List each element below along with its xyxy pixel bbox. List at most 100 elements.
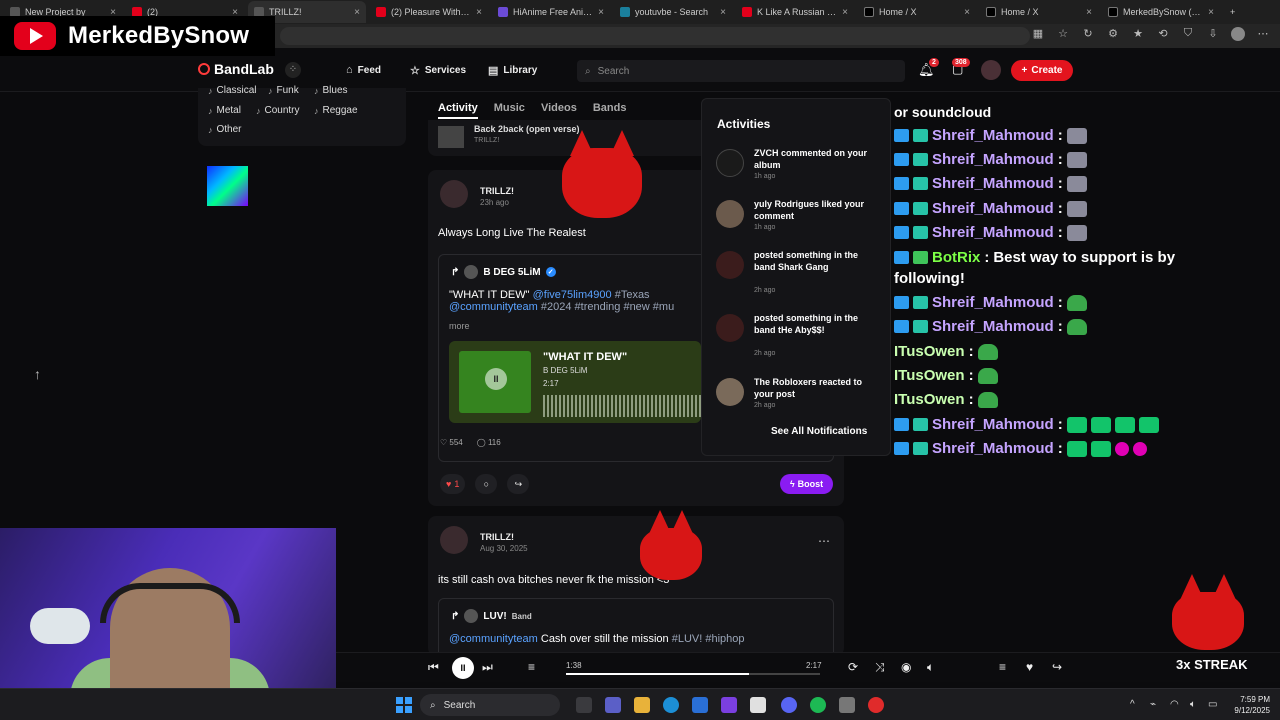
comment-button[interactable]: ○: [475, 474, 498, 494]
author-avatar[interactable]: [440, 526, 468, 554]
genre-classical[interactable]: ♪ Classical: [208, 85, 257, 96]
copilot-icon[interactable]: [721, 697, 737, 713]
close-tab-icon[interactable]: ×: [842, 7, 848, 18]
next-track-icon[interactable]: ⏭: [482, 660, 493, 675]
hashtag-link[interactable]: #Texas: [615, 289, 650, 301]
genre-funk[interactable]: ♪ Funk: [268, 85, 299, 96]
bandlab-logo[interactable]: BandLab: [198, 61, 274, 77]
author-avatar[interactable]: [440, 180, 468, 208]
browser-tab[interactable]: MerkedBySnow (@Me×: [1102, 1, 1220, 23]
shuffle-icon[interactable]: ⤨: [875, 660, 885, 675]
pause-button[interactable]: II: [452, 657, 474, 679]
refresh-icon[interactable]: ↻: [1081, 27, 1095, 41]
mention-link[interactable]: @communityteam: [449, 633, 538, 645]
hashtag-link[interactable]: #LUV! #hiphop: [672, 633, 745, 645]
discord-icon[interactable]: [781, 697, 797, 713]
scroll-top-arrow-icon[interactable]: ↑: [34, 366, 41, 382]
wifi-icon[interactable]: ◠: [1170, 699, 1179, 710]
track-author[interactable]: TRILLZ!: [474, 137, 499, 144]
genre-blues[interactable]: ♪ Blues: [314, 85, 348, 96]
battery-icon[interactable]: ▭: [1208, 699, 1217, 710]
more-menu-icon[interactable]: ⋯: [1256, 27, 1270, 41]
close-tab-icon[interactable]: ×: [354, 7, 360, 18]
settings-icon[interactable]: ⚙: [1106, 27, 1120, 41]
nav-services[interactable]: ☆ Services: [410, 64, 466, 77]
share-button[interactable]: ↪: [507, 474, 530, 494]
tab-activity[interactable]: Activity: [438, 102, 478, 119]
post-author[interactable]: TRILLZ!: [480, 186, 514, 196]
post-author[interactable]: TRILLZ!: [480, 532, 514, 542]
taskbar-search[interactable]: ⌕ Search: [420, 694, 560, 716]
network-icon[interactable]: ⌁: [1150, 699, 1156, 710]
teams-icon[interactable]: [605, 697, 621, 713]
new-tab-button[interactable]: +: [1224, 1, 1244, 23]
close-tab-icon[interactable]: ×: [964, 7, 970, 18]
track-player[interactable]: II "WHAT IT DEW" B DEG 5LiM 2:17: [449, 341, 701, 423]
track-title[interactable]: Back 2back (open verse): [474, 124, 580, 134]
edge-icon[interactable]: [663, 697, 679, 713]
obs-icon[interactable]: [868, 697, 884, 713]
store-icon[interactable]: [692, 697, 708, 713]
extensions-icon[interactable]: ▦: [1031, 27, 1045, 41]
task-view-icon[interactable]: [576, 697, 592, 713]
user-avatar[interactable]: [981, 60, 1001, 80]
collections-icon[interactable]: ★: [1131, 27, 1145, 41]
play-pause-button[interactable]: II: [485, 368, 507, 390]
progress-slider[interactable]: [566, 673, 820, 675]
favorite-star-icon[interactable]: ☆: [1056, 27, 1070, 41]
downloads-icon[interactable]: ⇩: [1206, 27, 1220, 41]
close-tab-icon[interactable]: ×: [1208, 7, 1214, 18]
address-bar[interactable]: [280, 27, 1030, 45]
browser-tab[interactable]: Home / X ×: [980, 1, 1098, 23]
system-clock[interactable]: 7:59 PM 9/12/2025: [1226, 694, 1270, 716]
close-tab-icon[interactable]: ×: [1086, 7, 1092, 18]
tray-chevron-icon[interactable]: ^: [1130, 699, 1135, 710]
shared-post-author[interactable]: ↱ B DEG 5LiM ✓: [451, 265, 556, 279]
windows-start-icon[interactable]: [396, 697, 412, 713]
nav-library[interactable]: ▤ Library: [488, 64, 537, 77]
app-icon[interactable]: [750, 697, 766, 713]
create-button[interactable]: + Create: [1011, 60, 1073, 81]
mention-link[interactable]: @five75lim4900: [533, 289, 612, 301]
track-thumbnail[interactable]: [438, 126, 464, 148]
speaker-icon[interactable]: 🔈︎: [1190, 699, 1196, 710]
track-artist[interactable]: B DEG 5LiM: [543, 366, 587, 375]
browser-tab[interactable]: Home / X ×: [858, 1, 976, 23]
browser-tab[interactable]: (2) Pleasure With The P×: [370, 1, 488, 23]
history-icon[interactable]: ⟲: [1156, 27, 1170, 41]
like-button[interactable]: ♥ 1: [440, 474, 466, 494]
add-to-playlist-icon[interactable]: ≡: [999, 660, 1006, 674]
file-explorer-icon[interactable]: [634, 697, 650, 713]
tab-videos[interactable]: Videos: [541, 102, 577, 119]
browser-tab[interactable]: HiAnime Free Anime St×: [492, 1, 610, 23]
show-more-link[interactable]: more: [449, 321, 470, 331]
mention-link[interactable]: @communityteam: [449, 301, 538, 313]
apps-grid-icon[interactable]: ⁘: [285, 62, 301, 78]
track-title[interactable]: "WHAT IT DEW": [543, 351, 627, 363]
repeat-icon[interactable]: ⟳: [848, 660, 858, 674]
browser-tab[interactable]: K Like A Russian - YouT×: [736, 1, 854, 23]
see-all-notifications-link[interactable]: See All Notifications: [771, 426, 867, 437]
close-tab-icon[interactable]: ×: [720, 7, 726, 18]
boost-button[interactable]: ϟ Boost: [780, 474, 833, 494]
volume-icon[interactable]: 🔈︎: [927, 660, 934, 675]
shield-icon[interactable]: ⛉: [1181, 27, 1195, 41]
genre-other[interactable]: ♪ Other: [208, 124, 242, 135]
close-tab-icon[interactable]: ×: [476, 7, 482, 18]
previous-track-icon[interactable]: ⏮: [428, 660, 439, 675]
genre-metal[interactable]: ♪ Metal: [208, 105, 241, 116]
browser-tab[interactable]: youtuvbe - Search ×: [614, 1, 732, 23]
search-input[interactable]: ⌕ Search: [577, 60, 905, 82]
track-waveform[interactable]: [543, 395, 701, 417]
tab-music[interactable]: Music: [494, 102, 525, 119]
spotify-icon[interactable]: [810, 697, 826, 713]
sidebar-thumbnail[interactable]: [207, 166, 248, 206]
tab-bands[interactable]: Bands: [593, 102, 627, 119]
queue-icon[interactable]: ≡: [528, 660, 535, 674]
shared-post-author[interactable]: ↱ LUV! Band: [451, 609, 532, 623]
more-options-icon[interactable]: ⋯: [818, 534, 830, 548]
genre-country[interactable]: ♪ Country: [256, 105, 300, 116]
heart-icon[interactable]: ♥: [1026, 660, 1033, 674]
close-tab-icon[interactable]: ×: [598, 7, 604, 18]
hashtag-link[interactable]: #2024 #trending #new #mu: [541, 301, 674, 313]
